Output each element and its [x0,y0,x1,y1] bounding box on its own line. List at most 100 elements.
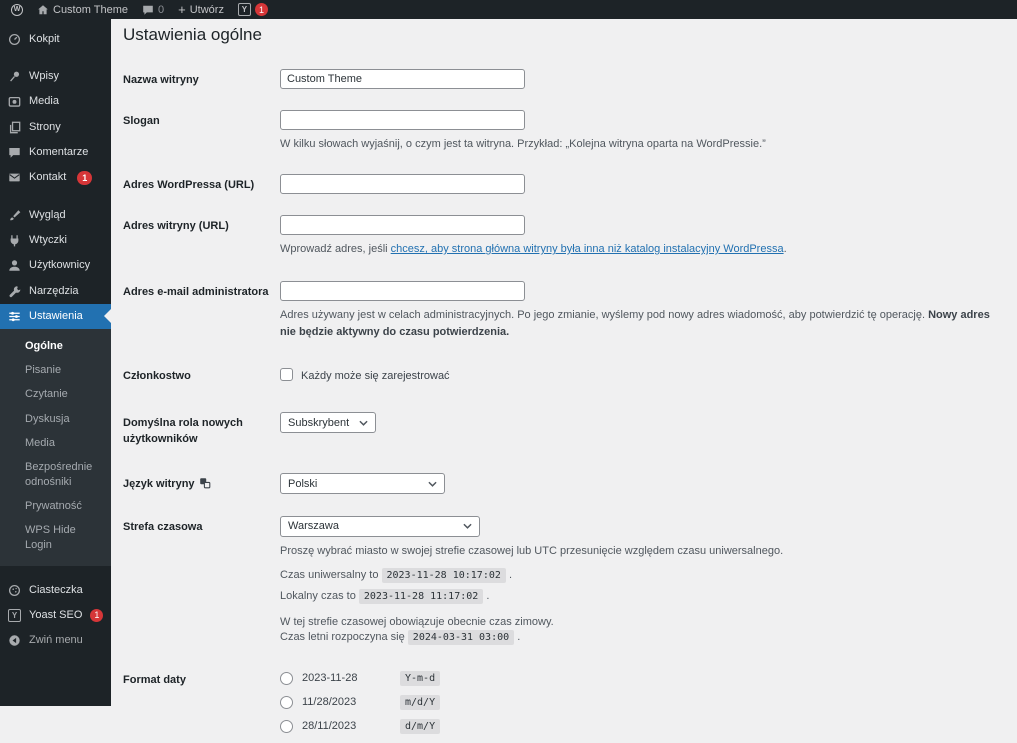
sidebar-item-contact[interactable]: Kontakt 1 [0,165,111,191]
submenu-item-discussion[interactable]: Dyskusja [0,407,111,431]
sidebar-item-appearance[interactable]: Wygląd [0,203,111,228]
comments-menu[interactable]: 0 [135,0,171,19]
paintbrush-icon [8,209,21,222]
site-name-label: Custom Theme [53,3,128,16]
membership-checkbox[interactable] [280,368,293,382]
sidebar-item-label: Ustawienia [29,309,83,322]
admin-email-desc-normal: Adres używany jest w celach administracy… [280,309,929,322]
site-language-label: Język witryny [123,473,280,495]
site-title-input[interactable] [280,69,525,89]
utc-time-prefix: Czas uniwersalny to [280,568,379,581]
date-format-radio[interactable] [280,719,293,733]
sidebar-item-posts[interactable]: Wpisy [0,64,111,89]
default-role-select[interactable]: Subskrybent [280,412,377,434]
tagline-input[interactable] [280,110,525,130]
admin-sidebar: Kokpit Wpisy Media Strony Komentarze Kon… [0,19,111,706]
media-icon [8,95,21,108]
sidebar-item-tools[interactable]: Narzędzia [0,279,111,304]
yoast-notification-badge: 1 [254,3,268,16]
site-url-description: Wprowadź adres, jeśli chcesz, aby strona… [280,241,993,258]
site-title-label: Nazwa witryny [123,74,199,86]
sidebar-item-pages[interactable]: Strony [0,115,111,140]
chevron-down-icon [359,417,368,429]
sidebar-item-settings[interactable]: Ustawienia [0,303,111,329]
date-format-radio[interactable] [280,695,293,709]
collapse-menu-button[interactable]: Zwiń menu [0,628,111,653]
site-name-link[interactable]: Custom Theme [30,0,135,19]
plugin-icon [8,234,21,247]
site-language-select[interactable]: Polski [280,473,445,494]
sidebar-item-comments[interactable]: Komentarze [0,140,111,165]
new-content-menu[interactable]: + Utwórz [171,0,231,19]
site-language-value: Polski [288,477,318,490]
sidebar-item-yoast-seo[interactable]: Y Yoast SEO 1 [0,603,111,628]
date-format-option[interactable]: 28/11/2023 d/m/Y [280,718,993,734]
chevron-down-icon [428,478,437,490]
yoast-icon: Y [237,3,251,16]
submenu-item-general[interactable]: Ogólne [0,334,111,358]
dst-start-line: Czas letni rozpoczyna się 2024-03-31 03:… [280,629,993,645]
timezone-description: Proszę wybrać miasto w swojej strefie cz… [280,544,784,557]
sidebar-item-label: Kokpit [29,33,60,45]
envelope-icon [8,171,21,184]
local-time-line: Lokalny czas to 2023-11-28 11:17:02 . [280,588,993,604]
date-format-example: 11/28/2023 [302,696,357,709]
site-language-label-text: Język witryny [123,478,195,490]
yoast-icon: Y [8,609,21,623]
sidebar-item-label: Strony [29,120,61,133]
sidebar-item-media[interactable]: Media [0,89,111,114]
admin-bar: W Custom Theme 0 + Utwórz Y 1 [0,0,1017,19]
sidebar-item-label: Kontakt [29,171,67,184]
submenu-item-writing[interactable]: Pisanie [0,358,111,382]
date-format-option[interactable]: 2023-11-28 Y-m-d [280,670,993,686]
date-format-option[interactable]: 11/28/2023 m/d/Y [280,694,993,710]
date-format-code: d/m/Y [400,718,441,734]
sidebar-item-label: Yoast SEO [29,609,83,622]
sidebar-item-label: Wtyczki [29,234,67,247]
yoast-menu[interactable]: Y 1 [231,0,275,19]
site-url-help-link[interactable]: chcesz, aby strona główna witryny była i… [391,243,784,255]
site-url-label: Adres witryny (URL) [123,220,229,233]
sidebar-item-plugins[interactable]: Wtyczki [0,228,111,253]
date-format-code: Y-m-d [400,670,441,686]
submenu-item-wps-hide-login[interactable]: WPS Hide Login [0,518,111,557]
translation-icon [199,478,211,492]
wordpress-logo-icon: W [11,3,23,16]
date-format-radio[interactable] [280,671,293,685]
tagline-label: Slogan [123,115,160,127]
dst-start-value: 2024-03-31 03:00 [407,629,515,645]
sidebar-item-users[interactable]: Użytkownicy [0,253,111,278]
wp-logo-menu[interactable]: W [4,0,30,19]
settings-general-page: Ustawienia ogólne Nazwa witryny Slogan W… [111,0,1017,743]
submenu-item-permalinks[interactable]: Bezpośrednie odnośniki [0,455,111,494]
tagline-description: W kilku słowach wyjaśnij, o czym jest ta… [280,138,766,150]
submenu-item-media[interactable]: Media [0,431,111,455]
timezone-select[interactable]: Warszawa [280,515,480,537]
submenu-item-reading[interactable]: Czytanie [0,382,111,406]
admin-email-description: Adres używany jest w celach administracy… [280,307,993,341]
membership-checkbox-label[interactable]: Każdy może się zarejestrować [301,370,450,382]
sidebar-item-label: Wpisy [29,70,59,83]
comment-bubble-icon [142,4,154,16]
local-time-value: 2023-11-28 11:17:02 [358,588,484,604]
plus-icon: + [178,2,186,17]
pages-icon [8,121,21,134]
wordpress-url-input[interactable] [280,174,525,195]
dst-start-suffix: . [517,630,521,643]
admin-email-input[interactable] [280,281,525,302]
wordpress-url-label: Adres WordPressa (URL) [123,179,255,192]
membership-label: Członkostwo [123,370,191,383]
cookie-icon [8,584,21,597]
sidebar-item-dashboard[interactable]: Kokpit [0,27,111,52]
site-url-input[interactable] [280,215,525,236]
sidebar-item-label: Ciasteczka [29,583,83,596]
yoast-sidebar-badge: 1 [90,609,104,623]
submenu-item-privacy[interactable]: Prywatność [0,494,111,518]
sidebar-item-cookies[interactable]: Ciasteczka [0,578,111,603]
timezone-value: Warszawa [288,520,339,533]
settings-submenu: Ogólne Pisanie Czytanie Dyskusja Media B… [0,328,111,566]
comments-count: 0 [158,3,165,16]
dst-note-line: W tej strefie czasowej obowiązuje obecni… [280,615,554,628]
site-url-desc-prefix: Wprowadź adres, jeśli [280,243,391,256]
sidebar-item-label: Media [29,95,59,108]
